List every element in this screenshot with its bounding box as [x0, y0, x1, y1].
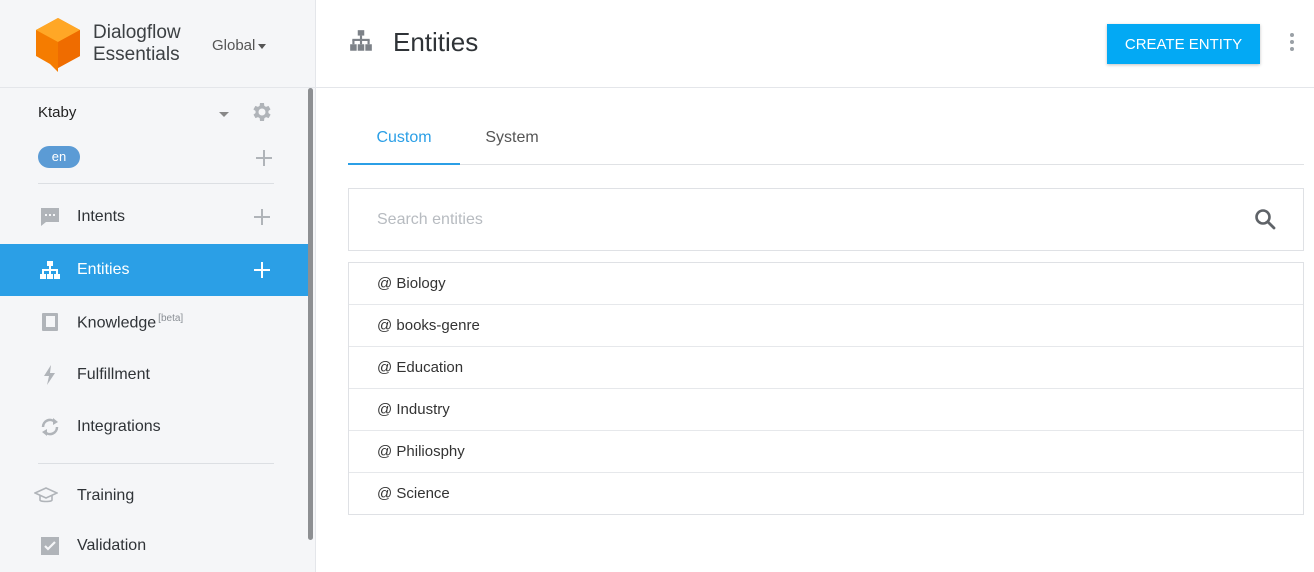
search-box	[348, 188, 1304, 251]
entity-tabs: Custom System	[348, 112, 1304, 165]
list-item[interactable]: @ Biology	[349, 263, 1303, 305]
sidebar-item-intents[interactable]: Intents	[0, 191, 308, 243]
sidebar-item-label: Intents	[77, 208, 126, 225]
brand-name-line1: Dialogflow	[93, 22, 181, 43]
brand-name-line2: Essentials	[93, 44, 180, 65]
sidebar-item-label: Fulfillment	[77, 366, 150, 383]
add-language-icon[interactable]	[256, 150, 272, 166]
search-icon[interactable]	[1253, 207, 1277, 231]
sidebar-item-integrations[interactable]: Integrations	[0, 401, 308, 453]
region-label: Global	[212, 37, 256, 54]
agent-name[interactable]: Ktaby	[38, 104, 76, 121]
sidebar-item-entities[interactable]: Entities	[0, 244, 308, 296]
divider	[38, 463, 274, 464]
list-item[interactable]: @ Science	[349, 473, 1303, 514]
list-item[interactable]: @ Education	[349, 347, 1303, 389]
divider	[38, 183, 274, 184]
chat-icon	[41, 208, 59, 226]
hierarchy-icon	[40, 261, 60, 279]
sidebar-item-label: Integrations	[77, 418, 161, 435]
sidebar-item-label: Knowledge [beta]	[77, 313, 183, 332]
sidebar-item-fulfillment[interactable]: Fulfillment	[0, 349, 308, 401]
create-entity-button[interactable]: CREATE ENTITY	[1107, 24, 1260, 64]
sidebar-item-label: Entities	[77, 261, 130, 278]
add-intent-icon[interactable]	[254, 209, 270, 225]
graduation-cap-icon	[34, 487, 58, 503]
agent-dropdown-icon[interactable]	[219, 112, 229, 117]
sidebar-scrollbar[interactable]	[308, 88, 313, 540]
brand-header: Dialogflow Essentials Global	[0, 0, 315, 88]
list-item[interactable]: @ Philiosphy	[349, 431, 1303, 473]
list-item[interactable]: @ Industry	[349, 389, 1303, 431]
sidebar-item-validation[interactable]: Validation	[0, 520, 308, 572]
entity-list: @ Biology @ books-genre @ Education @ In…	[348, 262, 1304, 515]
add-entity-icon[interactable]	[254, 262, 270, 278]
sidebar-item-training[interactable]: Training	[0, 470, 308, 522]
more-options-icon[interactable]	[1289, 33, 1295, 55]
tab-custom[interactable]: Custom	[348, 112, 460, 165]
hierarchy-icon	[350, 30, 372, 51]
bolt-icon	[44, 365, 55, 385]
page-title: Entities	[393, 27, 479, 57]
gear-icon[interactable]	[250, 100, 274, 124]
page-header: Entities CREATE ENTITY	[316, 0, 1314, 88]
sidebar: Dialogflow Essentials Global Ktaby en In…	[0, 0, 316, 572]
sync-icon	[41, 418, 59, 436]
sidebar-item-knowledge[interactable]: Knowledge [beta]	[0, 296, 308, 348]
beta-badge: [beta]	[158, 313, 184, 324]
brand-name: Dialogflow Essentials	[93, 22, 181, 66]
sidebar-item-label: Training	[77, 487, 135, 504]
chevron-down-icon	[258, 43, 267, 49]
region-selector[interactable]: Global	[212, 37, 267, 54]
list-item[interactable]: @ books-genre	[349, 305, 1303, 347]
knowledge-label: Knowledge	[77, 314, 157, 332]
language-badge[interactable]: en	[38, 146, 80, 168]
dialogflow-logo	[36, 18, 80, 72]
tab-system[interactable]: System	[476, 112, 548, 165]
sidebar-item-label: Validation	[77, 537, 147, 554]
search-input[interactable]	[377, 209, 1237, 231]
book-icon	[42, 313, 58, 331]
check-box-icon	[41, 537, 59, 555]
